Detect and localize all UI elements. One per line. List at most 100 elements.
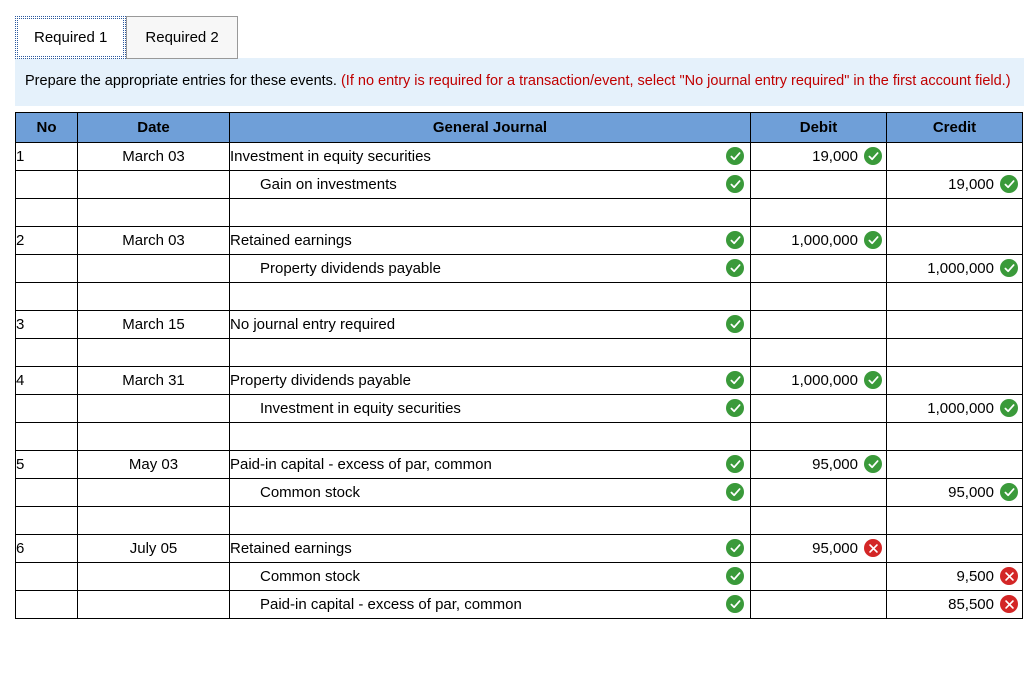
- cell-date: [78, 590, 230, 618]
- cell-no: 5: [16, 450, 78, 478]
- table-header-row: No Date General Journal Debit Credit: [16, 112, 1023, 142]
- account-text: Property dividends payable: [260, 260, 441, 277]
- cell-date: [78, 170, 230, 198]
- account-check-icon: [726, 399, 744, 417]
- cell-credit[interactable]: [887, 226, 1023, 254]
- cell-debit[interactable]: [751, 562, 887, 590]
- cell-account[interactable]: Retained earnings: [230, 534, 751, 562]
- cell-credit[interactable]: [887, 450, 1023, 478]
- cell-credit[interactable]: [887, 142, 1023, 170]
- cell-date: March 03: [78, 226, 230, 254]
- cell-no: [16, 170, 78, 198]
- account-check-icon: [726, 315, 744, 333]
- credit-check-icon: [1000, 259, 1018, 277]
- cell-debit[interactable]: 1,000,000: [751, 226, 887, 254]
- credit-value: 19,000: [948, 176, 994, 193]
- account-text: Retained earnings: [230, 540, 352, 557]
- cell-account[interactable]: Investment in equity securities: [230, 142, 751, 170]
- cell-date: [78, 394, 230, 422]
- cell-credit[interactable]: 95,000: [887, 478, 1023, 506]
- cell-account[interactable]: Investment in equity securities: [230, 394, 751, 422]
- cell-credit[interactable]: 9,500: [887, 562, 1023, 590]
- debit-cross-icon: [864, 539, 882, 557]
- account-check-icon: [726, 483, 744, 501]
- cell-no: [16, 394, 78, 422]
- cell-no: [16, 478, 78, 506]
- cell-no: 4: [16, 366, 78, 394]
- credit-value: 1,000,000: [927, 260, 994, 277]
- cell-no: [16, 562, 78, 590]
- cell-date: [78, 562, 230, 590]
- credit-cross-icon: [1000, 595, 1018, 613]
- table-row: Common stock 95,000: [16, 478, 1023, 506]
- debit-check-icon: [864, 231, 882, 249]
- cell-account[interactable]: Common stock: [230, 562, 751, 590]
- cell-account[interactable]: Common stock: [230, 478, 751, 506]
- table-row: Investment in equity securities 1,000,000: [16, 394, 1023, 422]
- spacer-row: [16, 282, 1023, 310]
- account-check-icon: [726, 231, 744, 249]
- debit-value: 95,000: [812, 456, 858, 473]
- cell-account[interactable]: Paid-in capital - excess of par, common: [230, 590, 751, 618]
- cell-debit[interactable]: 19,000: [751, 142, 887, 170]
- cell-debit[interactable]: 95,000: [751, 534, 887, 562]
- cell-credit[interactable]: [887, 366, 1023, 394]
- tab-required-2[interactable]: Required 2: [126, 16, 237, 59]
- table-row: 3March 15No journal entry required: [16, 310, 1023, 338]
- cell-no: 1: [16, 142, 78, 170]
- cell-date: July 05: [78, 534, 230, 562]
- instructions-hint: (If no entry is required for a transacti…: [341, 73, 1011, 89]
- credit-value: 1,000,000: [927, 400, 994, 417]
- cell-no: 6: [16, 534, 78, 562]
- cell-debit[interactable]: [751, 254, 887, 282]
- table-row: Property dividends payable 1,000,000: [16, 254, 1023, 282]
- debit-value: 95,000: [812, 540, 858, 557]
- cell-debit[interactable]: [751, 170, 887, 198]
- instructions-text: Prepare the appropriate entries for thes…: [25, 73, 341, 89]
- cell-credit[interactable]: 1,000,000: [887, 394, 1023, 422]
- cell-debit[interactable]: [751, 590, 887, 618]
- spacer-row: [16, 338, 1023, 366]
- credit-value: 95,000: [948, 484, 994, 501]
- account-check-icon: [726, 259, 744, 277]
- cell-credit[interactable]: [887, 534, 1023, 562]
- spacer-row: [16, 506, 1023, 534]
- credit-check-icon: [1000, 399, 1018, 417]
- header-date: Date: [78, 112, 230, 142]
- account-text: Investment in equity securities: [260, 400, 461, 417]
- table-row: Gain on investments 19,000: [16, 170, 1023, 198]
- header-debit: Debit: [751, 112, 887, 142]
- cell-debit[interactable]: [751, 478, 887, 506]
- cell-debit[interactable]: 95,000: [751, 450, 887, 478]
- cell-credit[interactable]: [887, 310, 1023, 338]
- cell-debit[interactable]: 1,000,000: [751, 366, 887, 394]
- credit-value: 9,500: [956, 568, 994, 585]
- cell-account[interactable]: Property dividends payable: [230, 366, 751, 394]
- account-text: Property dividends payable: [230, 372, 411, 389]
- cell-account[interactable]: No journal entry required: [230, 310, 751, 338]
- header-general-journal: General Journal: [230, 112, 751, 142]
- cell-no: [16, 254, 78, 282]
- cell-debit[interactable]: [751, 394, 887, 422]
- cell-credit[interactable]: 85,500: [887, 590, 1023, 618]
- account-text: Common stock: [260, 484, 360, 501]
- account-text: Gain on investments: [260, 176, 397, 193]
- account-check-icon: [726, 175, 744, 193]
- cell-debit[interactable]: [751, 310, 887, 338]
- cell-account[interactable]: Paid-in capital - excess of par, common: [230, 450, 751, 478]
- cell-account[interactable]: Property dividends payable: [230, 254, 751, 282]
- debit-value: 1,000,000: [791, 232, 858, 249]
- credit-cross-icon: [1000, 567, 1018, 585]
- debit-check-icon: [864, 455, 882, 473]
- account-text: Retained earnings: [230, 232, 352, 249]
- cell-credit[interactable]: 1,000,000: [887, 254, 1023, 282]
- cell-date: March 03: [78, 142, 230, 170]
- header-credit: Credit: [887, 112, 1023, 142]
- credit-check-icon: [1000, 175, 1018, 193]
- tab-required-1[interactable]: Required 1: [15, 16, 126, 59]
- debit-check-icon: [864, 147, 882, 165]
- cell-credit[interactable]: 19,000: [887, 170, 1023, 198]
- table-row: 4March 31Property dividends payable1,000…: [16, 366, 1023, 394]
- cell-account[interactable]: Gain on investments: [230, 170, 751, 198]
- cell-account[interactable]: Retained earnings: [230, 226, 751, 254]
